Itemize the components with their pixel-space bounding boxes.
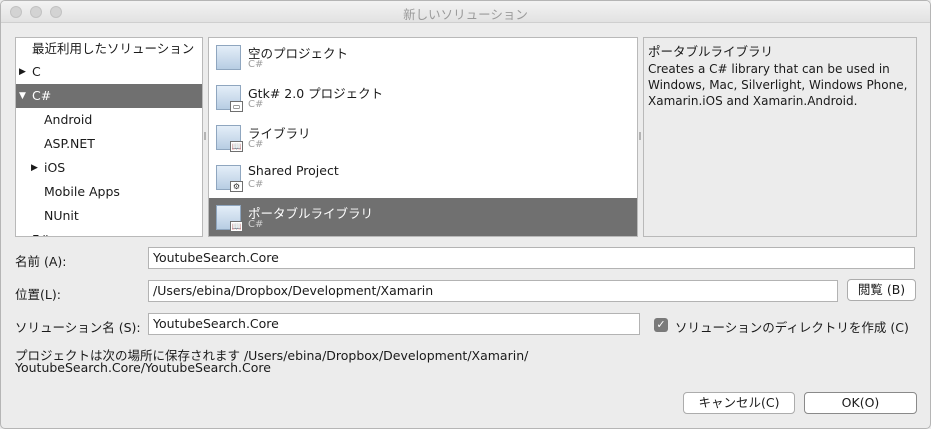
category-csharp[interactable]: ▼ C# — [16, 84, 202, 108]
template-item[interactable]: 空のプロジェクト C# — [209, 38, 637, 78]
portable-library-icon: 📖 — [216, 205, 243, 232]
solution-name-label: ソリューション名 (S): — [15, 320, 141, 335]
category-android[interactable]: Android — [16, 108, 202, 132]
category-tree[interactable]: 最近利用したソリューション ▶ C ▼ C# Android ASP.NET ▶… — [15, 37, 203, 237]
category-nunit[interactable]: NUnit — [16, 204, 202, 228]
splitter-handle[interactable]: ‖ — [203, 129, 207, 143]
expand-arrow-icon[interactable]: ▶ — [19, 60, 29, 84]
template-item[interactable]: ▭ Gtk# 2.0 プロジェクト C# — [209, 78, 637, 118]
location-label: 位置(L): — [15, 287, 61, 302]
gear-badge-icon: ⚙ — [230, 181, 243, 192]
description-title: ポータブルライブラリ — [648, 44, 774, 59]
expand-arrow-icon[interactable]: ▶ — [31, 156, 41, 180]
template-language: C# — [248, 99, 264, 110]
new-solution-dialog: 新しいソリューション 最近利用したソリューション ▶ C ▼ C# Androi… — [0, 0, 931, 429]
solution-name-field[interactable]: YoutubeSearch.Core — [148, 313, 640, 335]
category-label: 最近利用したソリューション — [32, 41, 195, 56]
category-label: Android — [44, 112, 93, 127]
template-item[interactable]: 📖 ライブラリ C# — [209, 118, 637, 158]
category-label: F# — [32, 228, 50, 236]
shared-project-icon: ⚙ — [216, 165, 243, 192]
category-label: ASP.NET — [44, 136, 95, 151]
template-description-panel: ポータブルライブラリ Creates a C# library that can… — [643, 37, 917, 237]
category-label: NUnit — [44, 208, 79, 223]
library-icon: 📖 — [216, 125, 243, 152]
category-ios[interactable]: ▶ iOS — [16, 156, 202, 180]
location-field[interactable]: /Users/ebina/Dropbox/Development/Xamarin — [148, 280, 838, 302]
title-bar: 新しいソリューション — [1, 1, 930, 23]
template-list[interactable]: 空のプロジェクト C# ▭ Gtk# 2.0 プロジェクト C# 📖 ライブラリ… — [208, 37, 638, 237]
collapse-arrow-icon[interactable]: ▼ — [19, 84, 29, 108]
project-name-field[interactable]: YoutubeSearch.Core — [148, 247, 915, 269]
ok-button[interactable]: OK(O) — [804, 392, 917, 414]
category-aspnet[interactable]: ASP.NET — [16, 132, 202, 156]
category-fsharp[interactable]: ▶ F# — [16, 228, 202, 236]
template-item-selected[interactable]: 📖 ポータブルライブラリ C# — [209, 198, 637, 236]
category-label: iOS — [44, 160, 66, 175]
window-badge-icon: ▭ — [230, 101, 243, 112]
cancel-button[interactable]: キャンセル(C) — [683, 392, 795, 414]
name-label: 名前 (A): — [15, 254, 67, 269]
template-item[interactable]: ⚙ Shared Project C# — [209, 158, 637, 198]
window-title: 新しいソリューション — [403, 7, 528, 22]
template-name: ポータブルライブラリ — [248, 206, 374, 221]
create-directory-label: ソリューションのディレクトリを作成 (C) — [675, 320, 909, 335]
expand-arrow-icon[interactable]: ▶ — [19, 228, 29, 236]
description-text: Creates a C# library that can be used in… — [648, 62, 908, 108]
template-name: Gtk# 2.0 プロジェクト — [248, 86, 384, 101]
category-label: C — [32, 64, 41, 79]
category-label: Mobile Apps — [44, 184, 120, 199]
category-mobile-apps[interactable]: Mobile Apps — [16, 180, 202, 204]
category-label: C# — [32, 88, 52, 103]
splitter-handle[interactable]: ‖ — [638, 129, 642, 143]
category-recent[interactable]: 最近利用したソリューション — [16, 38, 202, 61]
template-language: C# — [248, 139, 264, 150]
template-language: C# — [248, 59, 264, 70]
gtk-project-icon: ▭ — [216, 85, 243, 112]
template-language: C# — [248, 219, 264, 230]
create-directory-checkbox[interactable]: ✓ — [654, 318, 668, 332]
blank-project-icon — [216, 45, 241, 70]
book-badge-icon: 📖 — [230, 141, 243, 152]
category-c[interactable]: ▶ C — [16, 60, 202, 84]
save-path-info-line2: YoutubeSearch.Core/YoutubeSearch.Core — [15, 360, 271, 375]
template-name: Shared Project — [248, 163, 339, 178]
book-badge-icon: 📖 — [230, 221, 243, 232]
browse-button[interactable]: 閲覧 (B) — [847, 279, 916, 301]
template-language: C# — [248, 179, 264, 190]
